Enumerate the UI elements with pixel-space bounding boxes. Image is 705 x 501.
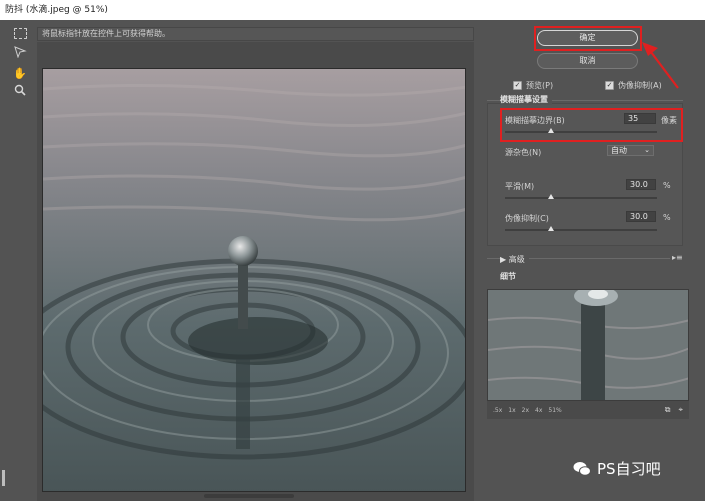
expand-icon[interactable]: ⧉ [665, 405, 671, 415]
wechat-icon [573, 461, 591, 476]
artifact-suppression-label: 伪像抑制(C) [505, 214, 549, 223]
window-title: 防抖 (水滴.jpeg @ 51%) [0, 0, 705, 20]
image-preview[interactable] [42, 68, 466, 492]
triangle-right-icon: ▶ [500, 255, 509, 264]
smoothing-input[interactable]: 30.0 [626, 179, 656, 190]
preview-checkbox-label: 预览(P) [526, 80, 554, 90]
chevron-down-icon: ⌄ [644, 146, 650, 154]
advanced-label: 高级 [508, 255, 525, 264]
blur-trace-bounds-label: 模糊描摹边界(B) [505, 116, 565, 125]
source-noise-select[interactable]: 自动 ⌄ [607, 145, 654, 156]
ok-button[interactable]: 确定 [537, 30, 638, 46]
section-title-blur-trace: 模糊描摹设置 [500, 94, 552, 105]
checkmark-icon: ✓ [513, 80, 522, 90]
checkmark-icon: ✓ [605, 80, 614, 90]
zoom-level-2[interactable]: 2x [522, 407, 529, 414]
zoom-icon[interactable] [12, 83, 28, 97]
smoothing-slider[interactable] [505, 197, 657, 199]
marquee-icon[interactable] [14, 28, 27, 39]
blur-trace-bounds-unit: 像素 [661, 116, 677, 125]
tool-strip: ✋ [0, 20, 37, 501]
cancel-button[interactable]: 取消 [537, 53, 638, 69]
left-scroll-indicator[interactable] [2, 470, 5, 486]
detail-title: 细节 [500, 272, 516, 281]
watermark: PS自习吧 [573, 458, 661, 479]
help-hint: 将鼠标指针放在控件上可获得帮助。 [37, 27, 474, 41]
annotation-arrow-icon [642, 42, 679, 89]
zoom-level-3[interactable]: 4x [535, 407, 542, 414]
source-noise-label: 源杂色(N) [505, 148, 542, 157]
artifact-suppression-unit: % [663, 213, 671, 222]
blur-trace-bounds-slider-thumb[interactable] [547, 128, 554, 133]
smoothing-unit: % [663, 181, 671, 190]
artifact-suppression-input[interactable]: 30.0 [626, 211, 656, 222]
target-icon[interactable]: ⌖ [678, 405, 683, 415]
preview-scrollbar[interactable] [204, 494, 294, 498]
watermark-text: PS自习吧 [597, 460, 661, 478]
source-noise-select-value: 自动 [611, 146, 627, 155]
preview-checkbox[interactable]: ✓ 预览(P) [513, 80, 553, 90]
zoom-level-4[interactable]: 51% [548, 407, 561, 414]
detail-zoom-bar: .5x 1x 2x 4x 51% ⧉ ⌖ [487, 401, 689, 419]
blur-trace-bounds-slider[interactable] [505, 131, 657, 133]
hand-icon[interactable]: ✋ [12, 66, 28, 80]
detail-loupe[interactable] [487, 289, 689, 401]
artifact-suppression-slider-thumb[interactable] [547, 226, 554, 231]
zoom-level-1[interactable]: 1x [508, 407, 515, 414]
smoothing-slider-thumb[interactable] [547, 194, 554, 199]
smoothing-label: 平滑(M) [505, 182, 535, 191]
artifact-suppression-slider[interactable] [505, 229, 657, 231]
panel-menu-icon[interactable]: ▸≡ [670, 253, 683, 262]
zoom-level-0[interactable]: .5x [493, 407, 502, 414]
blur-trace-bounds-input[interactable]: 35 [624, 113, 656, 124]
pointer-icon[interactable] [13, 45, 29, 59]
advanced-toggle[interactable]: ▶ 高级 [500, 254, 529, 265]
